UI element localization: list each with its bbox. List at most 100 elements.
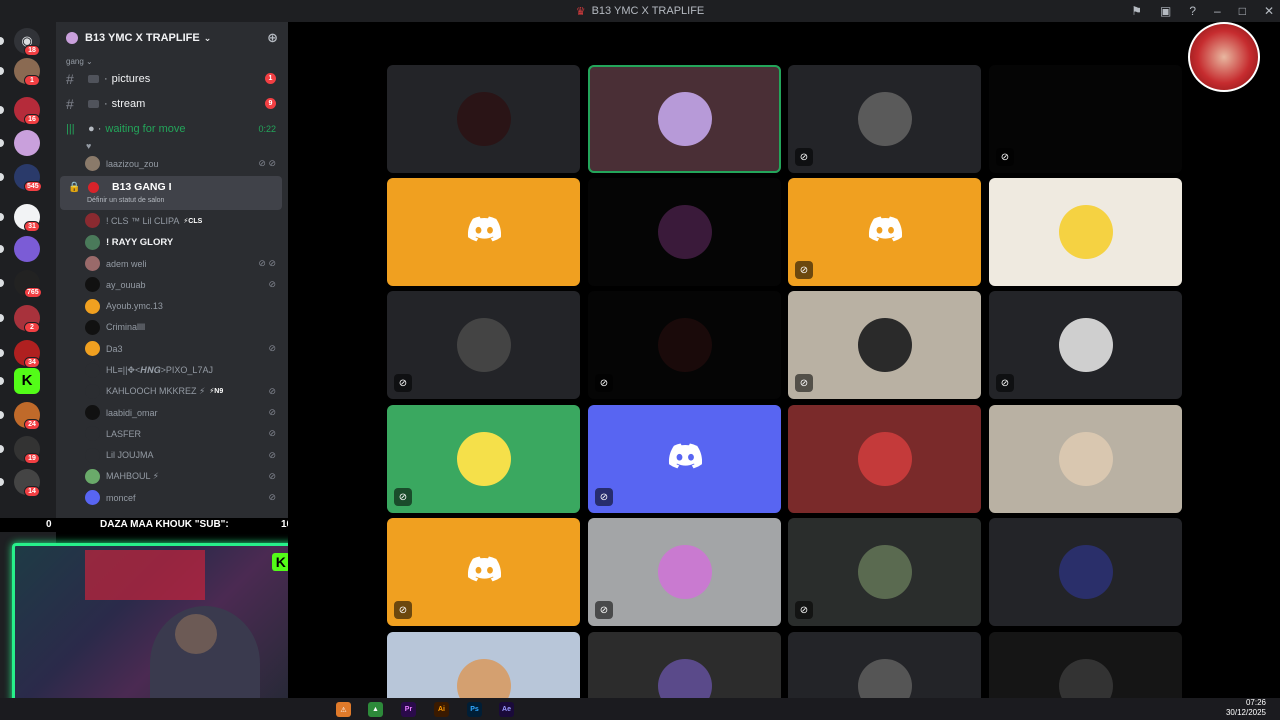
participant-tile[interactable]: [387, 632, 580, 698]
unread-indicator: [0, 445, 4, 453]
server-icon[interactable]: [14, 130, 40, 156]
voice-member[interactable]: laazizou_zou ⊘ ⊘: [56, 153, 288, 174]
participant-tile[interactable]: [989, 178, 1182, 286]
avatar: [85, 298, 100, 314]
participant-tile[interactable]: [788, 405, 981, 513]
help-icon[interactable]: ?: [1189, 4, 1196, 18]
voice-member[interactable]: Da3 ⊘: [56, 338, 288, 359]
avatar: [456, 659, 511, 698]
participant-tile[interactable]: ⊘: [588, 405, 781, 513]
channel-emoji-icon: [88, 74, 99, 83]
avatar: [85, 447, 100, 463]
server-icon[interactable]: [14, 236, 40, 262]
participant-tile[interactable]: ⊘: [989, 65, 1182, 173]
unread-indicator: [0, 314, 4, 322]
participant-tile[interactable]: ⊘: [588, 518, 781, 626]
maximize-button[interactable]: □: [1239, 4, 1246, 18]
participant-tile[interactable]: ⊘: [387, 518, 580, 626]
voice-member[interactable]: KAHLOOCH MKKREZ ⚡ ⚡N9 ⊘: [56, 381, 288, 402]
category-label[interactable]: gang ⌄: [56, 54, 288, 66]
close-button[interactable]: ✕: [1264, 4, 1274, 18]
mention-badge: 2: [24, 322, 40, 333]
mention-badge: 14: [24, 486, 40, 497]
member-name: ! CLS ™ Lil CLIPA: [106, 215, 180, 226]
participant-tile[interactable]: [788, 632, 981, 698]
unread-badge: 1: [265, 73, 276, 84]
discord-default-avatar-icon: [868, 216, 902, 248]
member-name: KAHLOOCH MKKREZ ⚡: [106, 385, 206, 396]
participant-tile[interactable]: ⊘: [788, 518, 981, 626]
muted-icon: ⊘: [595, 374, 613, 392]
voice-channel-waiting[interactable]: ||| ● · waiting for move 0:22: [56, 116, 288, 141]
channel-stream[interactable]: # · stream 9: [56, 91, 288, 116]
voice-member[interactable]: moncef ⊘: [56, 487, 288, 508]
add-member-icon[interactable]: ⊕: [267, 30, 278, 46]
participant-tile[interactable]: ⊘: [387, 291, 580, 399]
avatar: [657, 318, 712, 372]
participant-tile[interactable]: [989, 518, 1182, 626]
after-effects-icon[interactable]: Ae: [499, 702, 514, 717]
heart-icon: ♥: [86, 141, 92, 151]
unread-indicator: [0, 411, 4, 419]
voice-member[interactable]: MAHBOUL ⚡ ⊘: [56, 466, 288, 487]
app-icon[interactable]: ⚠: [336, 702, 351, 717]
participant-tile[interactable]: [989, 405, 1182, 513]
voice-channel-active[interactable]: 🔒 B13 GANG I Définir un statut de salon: [60, 176, 282, 211]
window-controls: ⚑ ▣ ? – □ ✕: [1131, 0, 1274, 22]
inbox-icon[interactable]: ⚑: [1131, 4, 1142, 18]
participant-tile[interactable]: ⊘: [989, 291, 1182, 399]
channel-emoji-icon: [88, 182, 99, 194]
avatar: [657, 545, 712, 599]
voice-member[interactable]: Criminallll: [56, 317, 288, 338]
participant-tile[interactable]: [989, 632, 1182, 698]
channel-sidebar: B13 YMC X TRAPLIFE ⌄ ⊕ gang ⌄ # · pictur…: [56, 22, 288, 518]
muted-icon: ⊘: [595, 488, 613, 506]
app-icon[interactable]: ▲: [368, 702, 383, 717]
channel-status[interactable]: Définir un statut de salon: [87, 197, 164, 204]
premiere-icon[interactable]: Pr: [401, 702, 416, 717]
avatar: [85, 383, 100, 399]
taskbar: 07:26 30/12/2025 ⚠ ▲ Pr Ai Ps Ae: [0, 698, 1280, 720]
voice-member[interactable]: ! RAYY GLORY: [56, 232, 288, 253]
participant-tile[interactable]: [387, 178, 580, 286]
voice-member[interactable]: HL≡||✥<𝑯𝑵𝑮>PIXO_L7AJ: [56, 359, 288, 380]
voice-member[interactable]: ay_ouuab ⊘: [56, 274, 288, 295]
voice-member[interactable]: adem weli ⊘ ⊘: [56, 253, 288, 274]
screen-icon[interactable]: ▣: [1160, 4, 1171, 18]
muted-icon: ⊘: [394, 488, 412, 506]
mention-badge: 16: [24, 114, 40, 125]
muted-icon: ⊘: [268, 471, 276, 481]
participant-tile[interactable]: ⊘: [788, 178, 981, 286]
member-name: Criminallll: [106, 322, 146, 333]
kick-server-icon[interactable]: K: [14, 368, 40, 394]
channel-name: pictures: [111, 72, 151, 85]
participant-tile[interactable]: ⊘: [387, 405, 580, 513]
participant-tile[interactable]: [588, 632, 781, 698]
photoshop-icon[interactable]: Ps: [467, 702, 482, 717]
minimize-button[interactable]: –: [1214, 4, 1221, 18]
illustrator-icon[interactable]: Ai: [434, 702, 449, 717]
channel-name: waiting for move: [105, 122, 186, 135]
participant-tile[interactable]: ⊘: [588, 291, 781, 399]
voice-stage: ⊘ ⊘ ⊘ ⊘ ⊘ ⊘ ⊘ ⊘ ⊘ ⊘ ⊘ ⊘: [288, 22, 1280, 698]
voice-member[interactable]: ! CLS ™ Lil CLIPA ⚡CLS: [56, 210, 288, 231]
channel-pictures[interactable]: # · pictures 1: [56, 66, 288, 91]
guild-header[interactable]: B13 YMC X TRAPLIFE ⌄ ⊕: [56, 22, 288, 54]
avatar: [857, 659, 912, 698]
discord-default-avatar-icon: [467, 216, 501, 248]
avatar: [85, 362, 100, 378]
participant-tile[interactable]: [588, 65, 781, 173]
voice-member[interactable]: Lil JOUJMA ⊘: [56, 445, 288, 466]
voice-member[interactable]: Ayoub.ymc.13: [56, 295, 288, 316]
member-name: Da3: [106, 343, 123, 354]
hash-icon: #: [66, 70, 74, 87]
voice-member[interactable]: laabidi_omar ⊘: [56, 402, 288, 423]
participant-tile[interactable]: [588, 178, 781, 286]
participant-tile[interactable]: ⊘: [788, 65, 981, 173]
avatar: [657, 205, 712, 259]
muted-icon: ⊘: [394, 601, 412, 619]
muted-icon: ⊘: [795, 261, 813, 279]
participant-tile[interactable]: ⊘: [788, 291, 981, 399]
participant-tile[interactable]: [387, 65, 580, 173]
voice-member[interactable]: LASFER ⊘: [56, 423, 288, 444]
